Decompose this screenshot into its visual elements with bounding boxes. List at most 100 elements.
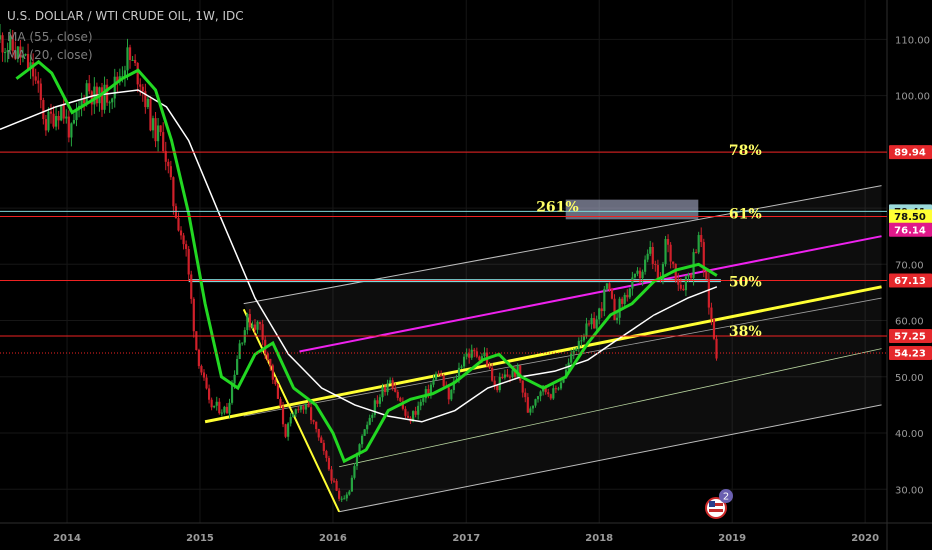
candle-body [281, 406, 285, 425]
candle-body [447, 387, 450, 400]
candle-body [251, 324, 254, 328]
candle-body [134, 59, 137, 64]
candle-body [220, 412, 223, 414]
candle-body [536, 396, 540, 400]
candle-body [345, 494, 348, 499]
candle-body [366, 424, 369, 430]
candle-body [465, 353, 468, 357]
candle-body [669, 244, 672, 262]
candle-body [258, 321, 262, 325]
event-badge[interactable]: 2 [705, 489, 733, 519]
candle-body [156, 125, 160, 142]
candle-body [419, 401, 422, 406]
candle-body [338, 490, 341, 499]
candle-body [223, 406, 226, 413]
candle-body [238, 343, 241, 359]
x-tick-label: 2016 [319, 533, 347, 544]
candle-body [715, 338, 718, 359]
candle-body [307, 404, 310, 408]
candle-body [570, 353, 573, 363]
candle-body [470, 349, 473, 358]
candle-body [146, 98, 149, 108]
candle-body [192, 298, 195, 332]
candle-body [241, 342, 244, 344]
candle-body [320, 437, 323, 443]
candle-body [327, 457, 331, 470]
candle-body [641, 271, 644, 279]
candle-body [299, 406, 302, 410]
candle-body [218, 401, 221, 414]
candle-body [256, 321, 259, 330]
candle-body [169, 166, 172, 178]
candle-body [284, 424, 287, 437]
candle-body [577, 340, 580, 349]
candle-body [215, 401, 218, 406]
candle-body [493, 380, 496, 386]
candle-body [590, 318, 593, 325]
candle-body [383, 386, 387, 393]
candle-body [350, 477, 353, 492]
candle-body [54, 115, 58, 127]
badge-count: 2 [723, 492, 729, 503]
candle-body [613, 298, 616, 321]
candle-body [149, 98, 152, 131]
candle-body [587, 323, 591, 325]
candle-body [139, 84, 142, 87]
candle-body [205, 377, 208, 389]
candle-body [37, 80, 40, 84]
candle-body [207, 388, 211, 400]
candle-body [151, 118, 155, 131]
candle-body [628, 288, 631, 298]
candle-body [154, 118, 157, 142]
candle-body [271, 365, 274, 380]
candle-body [287, 423, 290, 437]
candle-body [501, 377, 504, 379]
candle-body [136, 63, 139, 85]
candle-body [529, 408, 532, 413]
fib-label: 78% [729, 143, 762, 159]
price-tag-label: 89.94 [894, 148, 926, 159]
candle-body [72, 120, 76, 124]
y-tick-label: 30.00 [895, 485, 924, 496]
fib-label: 50% [729, 274, 762, 290]
candle-body [524, 392, 527, 398]
candle-body [539, 391, 542, 397]
candle-body [404, 408, 407, 416]
candle-body [491, 368, 494, 381]
price-chart[interactable]: 110.00100.0090.0080.0070.0060.0050.0040.… [0, 0, 932, 550]
candle-body [672, 261, 675, 264]
candle-body [292, 413, 295, 418]
candle-body [608, 283, 611, 290]
candle-body [47, 111, 50, 131]
candle-body [644, 259, 647, 272]
candle-body [62, 104, 65, 119]
candle-body [442, 376, 445, 387]
candle-body [317, 429, 320, 438]
candle-body [162, 132, 165, 152]
x-tick-label: 2017 [452, 533, 480, 544]
candle-body [65, 116, 68, 119]
flag-stripe [709, 509, 723, 512]
candle-body [182, 235, 185, 245]
candle-body [473, 349, 476, 352]
candle-body [682, 288, 685, 291]
candle-body [248, 314, 251, 328]
candle-body [343, 498, 346, 500]
candle-body [111, 98, 114, 103]
candle-body [697, 235, 700, 253]
ma20-legend: MA (20, close) [7, 48, 93, 62]
candle-body [605, 283, 608, 289]
fib-label: 261% [536, 199, 579, 215]
candle-body [478, 356, 481, 361]
candle-body [406, 415, 410, 418]
candle-body [598, 308, 601, 320]
candle-body [228, 402, 231, 414]
candle-body [141, 86, 144, 92]
candle-body [49, 111, 53, 114]
candle-body [626, 294, 629, 298]
candle-body [371, 415, 374, 418]
candle-body [309, 407, 313, 421]
candle-body [348, 491, 351, 495]
candle-body [190, 274, 193, 299]
candle-body [654, 263, 657, 266]
